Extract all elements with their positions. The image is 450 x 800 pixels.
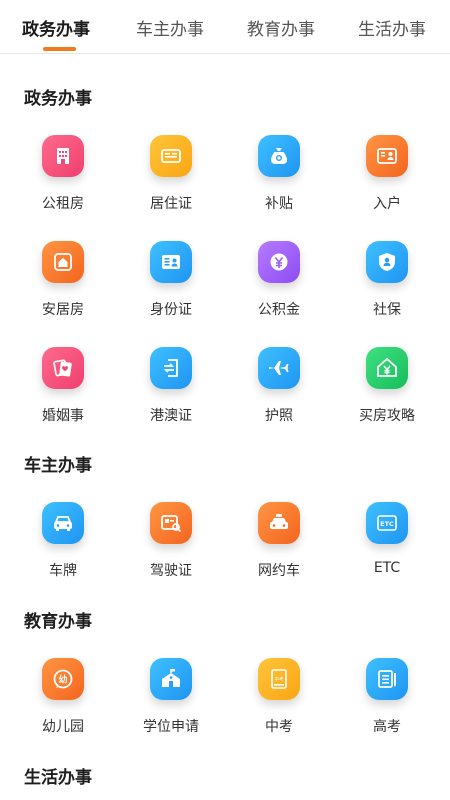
exchange-doc-icon: [150, 347, 192, 389]
service-label: 幼儿园: [42, 719, 84, 735]
service-public-rental-housing[interactable]: 公租房: [8, 135, 118, 241]
government-services-grid: 公租房 居住证 补贴 入户 安居房 身份证 公积金 社保 婚姻事 港澳证 护照 …: [0, 135, 450, 453]
marriage-cert-icon: [42, 347, 84, 389]
taxi-icon: [258, 502, 300, 544]
category-tab-bar: 政务办事 车主办事 教育办事 生活办事: [0, 0, 450, 54]
service-label: 公积金: [258, 302, 300, 318]
service-kindergarten[interactable]: 幼 幼儿园: [8, 658, 118, 764]
service-residence-permit[interactable]: 居住证: [116, 135, 226, 241]
shield-user-icon: [366, 241, 408, 283]
service-college-entrance-exam[interactable]: 高考: [332, 658, 442, 764]
active-tab-indicator: [43, 47, 76, 51]
exam-book-icon: 中考: [258, 658, 300, 700]
service-affordable-housing[interactable]: 安居房: [8, 241, 118, 347]
svg-text:幼: 幼: [58, 674, 67, 686]
identity-card-icon: [150, 241, 192, 283]
etc-icon: ETC: [366, 502, 408, 544]
service-label: 买房攻略: [359, 408, 415, 424]
service-label: 港澳证: [150, 408, 192, 424]
kindergarten-icon: 幼: [42, 658, 84, 700]
tab-car-owner[interactable]: 车主办事: [136, 15, 204, 40]
service-label: 婚姻事: [42, 408, 84, 424]
license-search-icon: [150, 502, 192, 544]
service-subsidy[interactable]: 补贴: [224, 135, 334, 241]
school-icon: [150, 658, 192, 700]
service-home-buying-guide[interactable]: 买房攻略: [332, 347, 442, 453]
service-marriage[interactable]: 婚姻事: [8, 347, 118, 453]
service-label: 高考: [373, 719, 401, 735]
service-label: 安居房: [42, 302, 84, 318]
notebook-icon: [366, 658, 408, 700]
service-label: 公租房: [42, 196, 84, 212]
building-icon: [42, 135, 84, 177]
svg-text:ETC: ETC: [380, 520, 394, 528]
house-icon: [42, 241, 84, 283]
service-school-enrollment[interactable]: 学位申请: [116, 658, 226, 764]
service-hk-macau-permit[interactable]: 港澳证: [116, 347, 226, 453]
service-label: 补贴: [265, 196, 293, 212]
service-label: 身份证: [150, 302, 192, 318]
yuan-coin-icon: [258, 241, 300, 283]
profile-card-icon: [366, 135, 408, 177]
service-etc[interactable]: ETC ETC: [332, 502, 442, 608]
money-bag-icon: [258, 135, 300, 177]
service-driving-license[interactable]: 驾驶证: [116, 502, 226, 608]
yuan-house-icon: [366, 347, 408, 389]
service-id-card[interactable]: 身份证: [116, 241, 226, 347]
service-ride-hailing[interactable]: 网约车: [224, 502, 334, 608]
tab-life[interactable]: 生活办事: [358, 15, 426, 40]
section-title-government: 政务办事: [24, 89, 92, 109]
section-title-life: 生活办事: [24, 768, 92, 788]
section-title-car-owner: 车主办事: [24, 456, 92, 476]
education-services-grid: 幼 幼儿园 学位申请 中考 中考 高考: [0, 658, 450, 764]
svg-text:中考: 中考: [275, 676, 284, 683]
service-social-security[interactable]: 社保: [332, 241, 442, 347]
id-card-icon: [150, 135, 192, 177]
service-label: 学位申请: [143, 719, 199, 735]
service-license-plate[interactable]: 车牌: [8, 502, 118, 608]
service-household-registration[interactable]: 入户: [332, 135, 442, 241]
service-label: 居住证: [150, 196, 192, 212]
service-label: 入户: [373, 196, 401, 212]
tab-government[interactable]: 政务办事: [22, 15, 90, 40]
service-passport[interactable]: 护照: [224, 347, 334, 453]
service-label: 社保: [373, 302, 401, 318]
service-label: 车牌: [49, 563, 77, 579]
airplane-icon: [258, 347, 300, 389]
car-owner-services-grid: 车牌 驾驶证 网约车 ETC ETC: [0, 502, 450, 608]
section-title-education: 教育办事: [24, 612, 92, 632]
service-label: 驾驶证: [150, 563, 192, 579]
service-housing-fund[interactable]: 公积金: [224, 241, 334, 347]
service-label: 中考: [265, 719, 293, 735]
service-label: ETC: [373, 560, 401, 576]
tab-education[interactable]: 教育办事: [247, 15, 315, 40]
service-high-school-exam[interactable]: 中考 中考: [224, 658, 334, 764]
car-icon: [42, 502, 84, 544]
service-label: 护照: [265, 408, 293, 424]
service-label: 网约车: [258, 563, 300, 579]
